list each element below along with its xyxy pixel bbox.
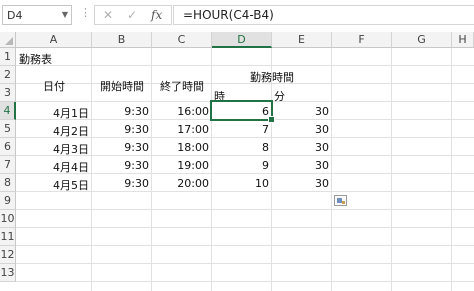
worksheet-grid[interactable]: A B C D E F G H 1 2 3 4 5 6 7 8 9 10 11 … (0, 32, 474, 291)
row-header-7[interactable]: 7 (0, 156, 16, 174)
cell-date[interactable]: 4月4日 (16, 159, 89, 175)
fill-handle[interactable] (268, 116, 275, 123)
excel-window: D4 ▼ ⋮ ✕ ✓ fx =HOUR(C4-B4) A B C D E F G… (0, 0, 474, 291)
row-header-4[interactable]: 4 (0, 102, 16, 120)
gridline (391, 48, 392, 291)
cell-a1-sheet-title[interactable]: 勤務表 (19, 51, 52, 67)
row-header-11[interactable]: 11 (0, 228, 16, 246)
column-header-c[interactable]: C (152, 32, 212, 48)
formula-buttons: ✕ ✓ fx (94, 5, 172, 25)
cell-start-time[interactable]: 9:30 (92, 141, 149, 154)
cell-header-minute[interactable]: 分 (274, 88, 285, 104)
formula-input[interactable]: =HOUR(C4-B4) (173, 5, 474, 25)
cell-start-time[interactable]: 9:30 (92, 159, 149, 172)
name-box-value: D4 (7, 9, 23, 22)
cell-minutes[interactable]: 30 (272, 105, 329, 118)
cell-minutes[interactable]: 30 (272, 141, 329, 154)
cell-hours[interactable]: 9 (212, 159, 269, 172)
cell-end-time[interactable]: 16:00 (152, 105, 209, 118)
cell-minutes[interactable]: 30 (272, 177, 329, 190)
cell-minutes[interactable]: 30 (272, 159, 329, 172)
cell-date[interactable]: 4月3日 (16, 141, 89, 157)
gridline (16, 209, 474, 210)
gridline (451, 48, 452, 291)
row-header-5[interactable]: 5 (0, 120, 16, 138)
cell-date[interactable]: 4月2日 (16, 123, 89, 139)
paste-options-icon[interactable] (334, 195, 347, 206)
gridline (16, 263, 474, 264)
cell-date[interactable]: 4月5日 (16, 177, 89, 193)
column-header-b[interactable]: B (92, 32, 152, 48)
cell-start-time[interactable]: 9:30 (92, 105, 149, 118)
chevron-down-icon[interactable]: ▼ (62, 10, 68, 19)
confirm-icon[interactable]: ✓ (127, 8, 137, 22)
row-header-9[interactable]: 9 (0, 192, 16, 210)
row-header-3[interactable]: 3 (0, 84, 16, 102)
row-header-1[interactable]: 1 (0, 48, 16, 66)
cell-hours[interactable]: 7 (212, 123, 269, 136)
column-header-a[interactable]: A (16, 32, 92, 48)
cell-hours[interactable]: 10 (212, 177, 269, 190)
formula-bar-grip-icon[interactable]: ⋮ (80, 6, 91, 19)
cell-start-time[interactable]: 9:30 (92, 177, 149, 190)
column-header-g[interactable]: G (392, 32, 452, 48)
cell-end-time[interactable]: 20:00 (152, 177, 209, 190)
cell-end-time[interactable]: 19:00 (152, 159, 209, 172)
column-header-h[interactable]: H (452, 32, 474, 48)
column-header-e[interactable]: E (272, 32, 332, 48)
cell-date[interactable]: 4月1日 (16, 105, 89, 121)
formula-text: =HOUR(C4-B4) (183, 8, 274, 22)
row-header-10[interactable]: 10 (0, 210, 16, 228)
row-header-13[interactable]: 13 (0, 264, 16, 282)
gridline (16, 245, 474, 246)
cell-end-time[interactable]: 18:00 (152, 141, 209, 154)
cell-header-start[interactable]: 開始時間 (92, 78, 152, 94)
row-header-8[interactable]: 8 (0, 174, 16, 192)
select-all-button[interactable] (0, 32, 16, 48)
gridline (16, 281, 474, 282)
column-header-f[interactable]: F (332, 32, 392, 48)
insert-function-icon[interactable]: fx (151, 8, 162, 22)
cell-minutes[interactable]: 30 (272, 123, 329, 136)
cell-start-time[interactable]: 9:30 (92, 123, 149, 136)
column-header-d[interactable]: D (212, 32, 272, 48)
cancel-icon[interactable]: ✕ (103, 8, 113, 22)
cell-header-end[interactable]: 終了時間 (152, 78, 212, 94)
cell-header-work-time[interactable]: 勤務時間 (212, 69, 332, 85)
formula-bar: D4 ▼ ⋮ ✕ ✓ fx =HOUR(C4-B4) (0, 0, 474, 30)
row-header-12[interactable]: 12 (0, 246, 16, 264)
cell-hours[interactable]: 8 (212, 141, 269, 154)
cell-end-time[interactable]: 17:00 (152, 123, 209, 136)
name-box[interactable]: D4 ▼ (2, 5, 72, 25)
row-header-6[interactable]: 6 (0, 138, 16, 156)
gridline (16, 227, 474, 228)
active-cell-border[interactable] (210, 100, 273, 121)
cell-header-date[interactable]: 日付 (16, 78, 92, 94)
gridline (16, 65, 474, 66)
row-header-2[interactable]: 2 (0, 66, 16, 84)
